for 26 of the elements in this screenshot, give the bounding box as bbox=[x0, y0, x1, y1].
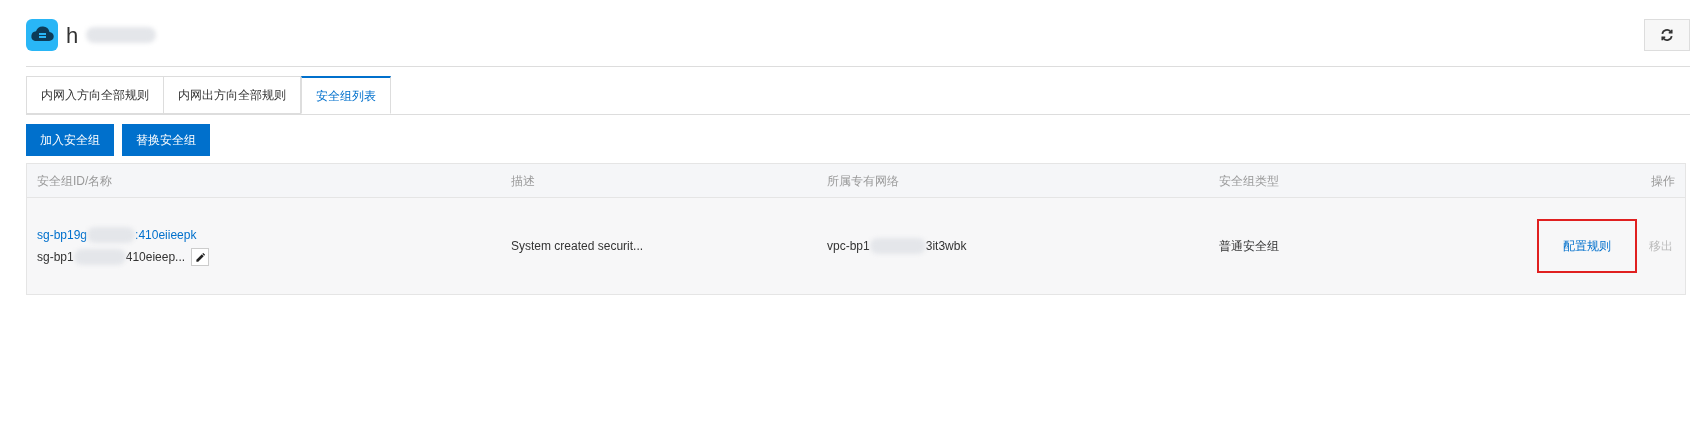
vpc-id: 3it3wbk bbox=[925, 238, 967, 255]
refresh-button[interactable] bbox=[1644, 19, 1690, 51]
page-title: h bbox=[66, 21, 79, 50]
column-header: 安全组ID/名称 bbox=[37, 173, 113, 188]
description-text: System created securit... bbox=[511, 239, 644, 253]
tab[interactable]: 内网入方向全部规则 bbox=[26, 76, 164, 114]
redaction-blur bbox=[86, 27, 157, 43]
column-header: 操作 bbox=[1651, 173, 1675, 188]
security-group-link[interactable]: :410eiieepk bbox=[135, 226, 197, 244]
primary-button[interactable]: 替换安全组 bbox=[122, 124, 210, 156]
group-type: 普通安全组 bbox=[1219, 239, 1279, 253]
cloud-server-icon bbox=[26, 19, 58, 51]
tab[interactable]: 安全组列表 bbox=[301, 76, 391, 114]
column-header: 所属专有网络 bbox=[827, 173, 899, 188]
column-header: 安全组类型 bbox=[1219, 173, 1279, 188]
column-header: 描述 bbox=[511, 173, 535, 188]
vpc-id: vpc-bp1 bbox=[827, 238, 870, 255]
security-group-link[interactable]: sg-bp19g bbox=[37, 226, 88, 244]
pencil-icon bbox=[194, 251, 206, 263]
primary-button[interactable]: 加入安全组 bbox=[26, 124, 114, 156]
group-name: 410eieep... bbox=[125, 249, 186, 266]
action-link[interactable]: 配置规则 bbox=[1537, 219, 1637, 273]
tab[interactable]: 内网出方向全部规则 bbox=[163, 76, 301, 114]
group-name: sg-bp1 bbox=[37, 249, 74, 266]
edit-button[interactable] bbox=[191, 248, 210, 266]
refresh-icon bbox=[1660, 28, 1674, 42]
